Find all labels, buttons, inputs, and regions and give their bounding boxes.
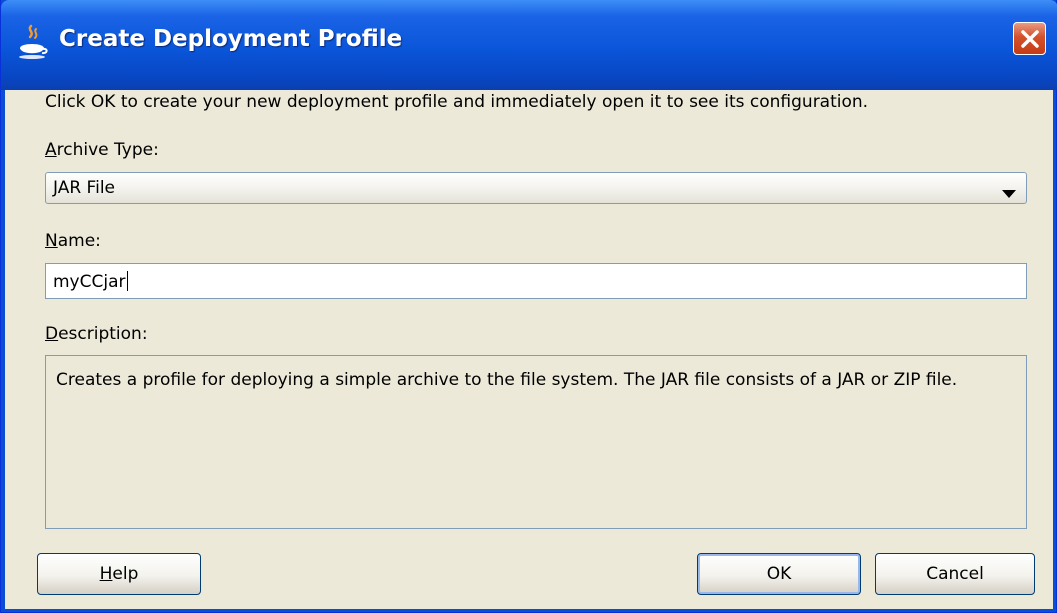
- java-cup-icon: [17, 24, 49, 60]
- name-label-text: ame:: [57, 231, 101, 251]
- text-caret: [126, 271, 128, 291]
- title-bar[interactable]: Create Deployment Profile: [1, 0, 1057, 90]
- dialog-body: [5, 90, 1053, 609]
- help-button-label: elp: [112, 564, 139, 584]
- dialog-window: Create Deployment Profile Click OK to cr…: [0, 0, 1057, 613]
- close-icon: [1021, 30, 1039, 48]
- name-label: Name:: [45, 231, 101, 251]
- archive-type-selected: JAR File: [53, 178, 116, 198]
- description-label: Description:: [45, 324, 148, 344]
- name-input[interactable]: myCCjar: [45, 263, 1027, 299]
- close-button[interactable]: [1013, 22, 1046, 55]
- name-mnemonic: N: [45, 231, 58, 251]
- archive-type-dropdown[interactable]: JAR File: [45, 172, 1027, 204]
- description-text: Creates a profile for deploying a simple…: [56, 370, 958, 390]
- description-area: Creates a profile for deploying a simple…: [45, 355, 1027, 529]
- instruction-text: Click OK to create your new deployment p…: [45, 92, 869, 112]
- description-mnemonic: D: [45, 324, 59, 344]
- help-button[interactable]: Help: [37, 553, 201, 595]
- archive-type-label-text: rchive Type:: [56, 140, 159, 160]
- archive-type-label: Archive Type:: [45, 140, 159, 160]
- name-input-value: myCCjar: [53, 272, 126, 292]
- name-input-wrapper: myCCjar: [53, 271, 128, 292]
- cancel-button[interactable]: Cancel: [875, 553, 1035, 595]
- chevron-down-icon[interactable]: [1002, 184, 1016, 203]
- window-title: Create Deployment Profile: [59, 26, 403, 52]
- ok-button[interactable]: OK: [697, 553, 861, 595]
- help-mnemonic: H: [99, 564, 113, 584]
- archive-type-mnemonic: A: [45, 140, 57, 160]
- description-label-text: escription:: [58, 324, 148, 344]
